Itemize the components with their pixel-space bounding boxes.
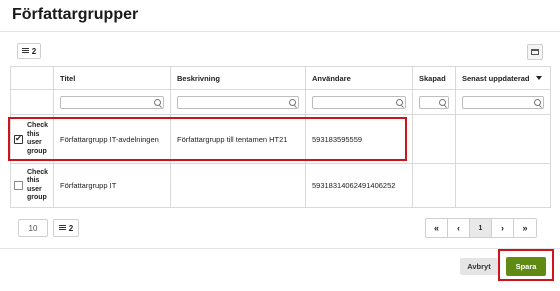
header-skapad[interactable]: Skapad <box>413 67 456 89</box>
search-icon <box>396 98 403 106</box>
filter-beskrivning-input[interactable] <box>177 95 299 109</box>
header-titel[interactable]: Titel <box>54 67 171 89</box>
filter-cell-anvandare <box>306 90 413 114</box>
cell-skapad <box>413 164 456 207</box>
filter-row <box>11 90 550 115</box>
highlight-save-annotation <box>498 249 554 281</box>
cell-skapad <box>413 115 456 163</box>
filter-titel-input[interactable] <box>60 95 164 109</box>
search-icon <box>439 98 446 106</box>
cell-titel: Författargrupp IT <box>54 164 171 207</box>
header-senast-label: Senast uppdaterad <box>462 73 530 83</box>
filter-senast-input[interactable] <box>462 95 544 109</box>
header-senast-uppdaterad[interactable]: Senast uppdaterad <box>456 67 550 89</box>
highlight-row-annotation <box>8 117 407 161</box>
page-size-select[interactable]: 10 <box>18 219 48 237</box>
cell-senast <box>456 115 550 163</box>
search-icon <box>534 98 541 106</box>
cell-anvandare: 59318314062491406252 <box>306 164 413 207</box>
cell-senast <box>456 164 550 207</box>
columns-icon <box>531 49 539 55</box>
filter-anvandare-input[interactable] <box>312 95 406 109</box>
row-select-cell: Check this user group <box>11 164 54 207</box>
filter-cell-beskrivning <box>171 90 306 114</box>
header-select <box>11 67 54 89</box>
first-page-button[interactable]: « <box>426 219 448 237</box>
list-view-toggle[interactable]: 2 <box>17 43 41 59</box>
column-settings-button[interactable] <box>527 44 543 60</box>
bottom-list-toggle[interactable]: 2 <box>53 219 79 237</box>
bottom-list-count: 2 <box>68 223 74 233</box>
table-header-row: Titel Beskrivning Användare Skapad Senas… <box>11 67 550 90</box>
filter-cell-skapad <box>413 90 456 114</box>
list-icon <box>21 48 29 54</box>
cell-beskrivning <box>171 164 306 207</box>
current-page-button[interactable]: 1 <box>470 219 492 237</box>
header-anvandare[interactable]: Användare <box>306 67 413 89</box>
dialog-title: Författargrupper <box>12 6 139 23</box>
footer-divider <box>0 248 560 249</box>
row-checkbox[interactable] <box>14 181 23 190</box>
sort-descending-icon <box>535 76 542 80</box>
next-page-button[interactable]: › <box>492 219 514 237</box>
last-page-button[interactable]: » <box>514 219 536 237</box>
prev-page-button[interactable]: ‹ <box>448 219 470 237</box>
header-beskrivning[interactable]: Beskrivning <box>171 67 306 89</box>
table-row[interactable]: Check this user group Författargrupp IT … <box>11 164 550 208</box>
filter-cell-titel <box>54 90 171 114</box>
checkbox-label: Check this user group <box>27 168 49 202</box>
filter-cell-senast <box>456 90 550 114</box>
search-icon <box>289 98 296 106</box>
page-size-value: 10 <box>28 223 38 233</box>
list-icon <box>58 225 66 231</box>
filter-empty <box>11 90 54 114</box>
list-count: 2 <box>31 46 37 56</box>
pagination: « ‹ 1 › » <box>425 218 537 238</box>
cancel-button[interactable]: Avbryt <box>460 258 498 275</box>
search-icon <box>154 98 161 106</box>
title-divider <box>0 31 560 32</box>
